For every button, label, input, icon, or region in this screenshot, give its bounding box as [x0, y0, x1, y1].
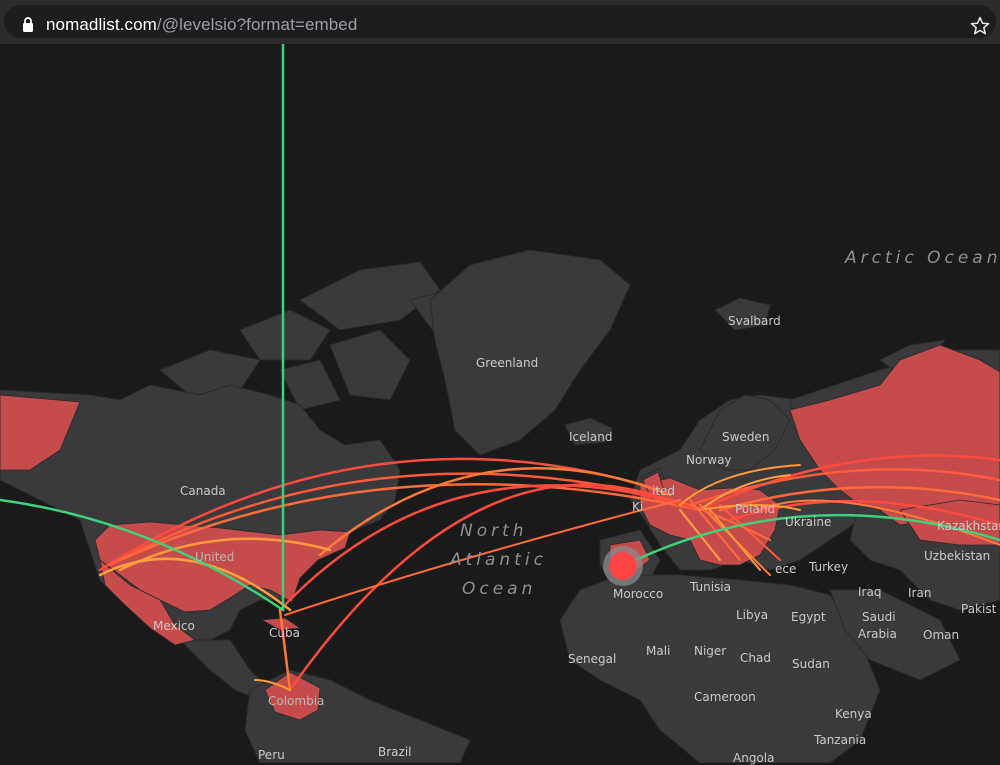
label-cameroon: Cameroon	[694, 690, 756, 704]
map-canvas	[0, 44, 1000, 763]
label-mali: Mali	[646, 644, 671, 658]
label-egypt: Egypt	[791, 610, 826, 624]
label-iceland: Iceland	[569, 430, 613, 444]
label-ukraine: Ukraine	[785, 515, 832, 529]
label-poland: Poland	[735, 502, 776, 516]
label-saudi: Saudi	[862, 610, 896, 624]
label-sudan: Sudan	[792, 657, 830, 671]
url-field[interactable]: nomadlist.com/@levelsio?format=embed	[4, 5, 996, 38]
label-greenland: Greenland	[476, 356, 539, 370]
label-iran: Iran	[908, 586, 932, 600]
label-svalbard: Svalbard	[728, 314, 781, 328]
label-pakistan: Pakist	[961, 602, 997, 616]
ocean-label-atlantic: Atlantic	[450, 550, 547, 570]
label-mexico: Mexico	[153, 619, 195, 633]
label-oman: Oman	[923, 628, 960, 642]
travel-map[interactable]: Arctic Ocean North Atlantic Ocean Greenl…	[0, 44, 1000, 765]
url-path: /@levelsio?format=embed	[156, 15, 358, 34]
label-arabia: Arabia	[858, 627, 897, 641]
label-kingdom-partial: Ki	[632, 500, 644, 514]
label-canada: Canada	[180, 484, 226, 498]
label-peru: Peru	[258, 748, 285, 762]
label-greece: ece	[775, 562, 797, 576]
label-libya: Libya	[736, 608, 769, 622]
star-icon[interactable]	[969, 15, 991, 37]
url-host: nomadlist.com	[46, 15, 157, 34]
ocean-label-ocean: Ocean	[462, 579, 537, 599]
label-tanzania: Tanzania	[814, 733, 867, 747]
ocean-label-north: North	[460, 521, 528, 541]
label-cuba: Cuba	[269, 626, 300, 640]
browser-address-bar: nomadlist.com/@levelsio?format=embed	[0, 0, 1000, 44]
label-iraq: Iraq	[858, 585, 882, 599]
label-chad: Chad	[740, 651, 771, 665]
land-layer	[0, 249, 1000, 763]
label-tunisia: Tunisia	[690, 580, 731, 594]
label-morocco: Morocco	[613, 587, 664, 601]
label-united-kingdom: ited	[652, 484, 676, 498]
label-uzbekistan: Uzbekistan	[924, 549, 991, 563]
label-norway: Norway	[686, 453, 732, 467]
lock-icon[interactable]	[22, 17, 34, 32]
ocean-label-arctic: Arctic Ocean	[845, 248, 1000, 268]
label-kenya: Kenya	[835, 707, 872, 721]
label-colombia: Colombia	[268, 694, 325, 708]
label-sweden: Sweden	[722, 430, 770, 444]
label-niger: Niger	[694, 644, 727, 658]
label-turkey: Turkey	[809, 560, 849, 574]
label-senegal: Senegal	[568, 652, 617, 666]
label-united: United	[195, 550, 235, 564]
url-text[interactable]: nomadlist.com/@levelsio?format=embed	[46, 15, 357, 35]
current-location-marker	[603, 546, 643, 586]
label-kazakhstan: Kazakhstan	[937, 519, 1000, 533]
label-brazil: Brazil	[378, 745, 412, 759]
